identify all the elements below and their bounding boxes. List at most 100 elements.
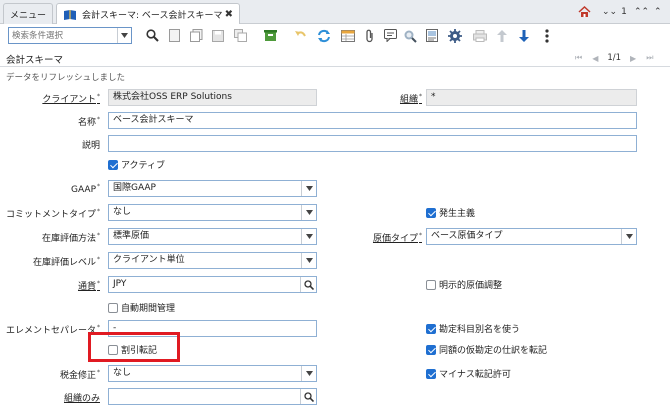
currency-label[interactable]: 通貨* xyxy=(78,279,100,292)
chevron-down-icon[interactable] xyxy=(301,366,316,381)
chevron-up-icon: ⌃ xyxy=(654,7,662,17)
auto-period-control-label: 自動期間管理 xyxy=(121,304,176,314)
previous-record-icon[interactable]: ◀ xyxy=(592,54,598,63)
currency-search-field[interactable]: JPY xyxy=(108,276,317,293)
post-suspense-balancing-label: 同額の仮勘定の仕訳を転記 xyxy=(439,346,548,356)
chevron-down-icon[interactable] xyxy=(301,205,316,220)
arrow-down-icon[interactable] xyxy=(516,27,532,44)
book-icon xyxy=(64,9,76,20)
org-only-value xyxy=(109,389,300,404)
explicit-cost-adjustment-checkbox[interactable]: 明示的原価調整 xyxy=(426,278,502,291)
attachment-icon[interactable] xyxy=(362,27,378,44)
section-divider xyxy=(0,66,670,67)
description-label: 説明 xyxy=(81,141,100,151)
costing-method-select[interactable]: 標準原価 xyxy=(108,228,317,245)
org-only-search-field[interactable] xyxy=(108,388,317,405)
description-field[interactable] xyxy=(108,135,637,152)
grid-toggle-icon[interactable] xyxy=(340,27,356,44)
accrual-checkbox[interactable]: 発生主義 xyxy=(426,206,475,219)
tab-menu-label: メニュー xyxy=(10,10,47,21)
report-icon[interactable] xyxy=(424,27,440,44)
post-negative-checkbox[interactable]: マイナス転記許可 xyxy=(426,367,511,380)
chevron-down-icon[interactable] xyxy=(621,229,636,244)
auto-period-control-checkbox[interactable]: 自動期間管理 xyxy=(108,301,175,314)
user-menu-button[interactable]: ⌃ xyxy=(654,5,662,19)
print-icon[interactable] xyxy=(472,27,488,44)
costing-level-label: 在庫評価レベル* xyxy=(32,256,100,268)
post-suspense-balancing-box[interactable] xyxy=(426,344,436,355)
arrow-up-icon[interactable] xyxy=(494,27,510,44)
element-separator-label: エレメントセパレータ* xyxy=(5,324,100,336)
zoom-across-icon[interactable] xyxy=(402,27,418,44)
explicit-cost-adjustment-box[interactable] xyxy=(426,279,436,290)
tab-accounting-schema[interactable]: 会計スキーマ: ベース会計スキーマ ✖ xyxy=(56,3,240,25)
first-record-icon[interactable]: ⏮ xyxy=(575,53,582,63)
tax-correction-select[interactable]: なし xyxy=(108,365,317,382)
tab-accounting-schema-label: 会計スキーマ: ベース会計スキーマ xyxy=(82,11,223,21)
gaap-value: 国際GAAP xyxy=(113,183,156,193)
chevron-down-icon[interactable] xyxy=(301,181,316,196)
section-title: 会計スキーマ xyxy=(6,55,64,66)
new-record-icon[interactable] xyxy=(166,27,182,44)
duplicate-icon[interactable] xyxy=(232,27,248,44)
copy-icon[interactable] xyxy=(188,27,204,44)
pager-text: 1/1 xyxy=(607,53,622,63)
notifications[interactable]: ⌄⌄ 1 xyxy=(602,5,627,19)
use-account-alias-box[interactable] xyxy=(426,323,436,334)
delete-icon[interactable] xyxy=(262,27,278,44)
search-icon[interactable] xyxy=(300,277,316,292)
accrual-checkbox-box[interactable] xyxy=(426,207,436,218)
accrual-checkbox-label: 発生主義 xyxy=(439,209,476,219)
costing-level-value: クライアント単位 xyxy=(113,255,185,265)
name-field[interactable]: ベース会計スキーマ xyxy=(108,112,637,129)
process-gear-icon[interactable] xyxy=(447,27,463,44)
post-suspense-balancing-checkbox[interactable]: 同額の仮勘定の仕訳を転記 xyxy=(426,343,547,356)
auto-period-control-box[interactable] xyxy=(108,302,118,313)
org-label[interactable]: 組織* xyxy=(400,92,422,105)
notification-count: 1 xyxy=(621,7,627,17)
search-icon[interactable] xyxy=(144,27,160,44)
client-label[interactable]: クライアント* xyxy=(42,92,100,105)
gaap-select[interactable]: 国際GAAP xyxy=(108,180,317,197)
close-tab-icon[interactable]: ✖ xyxy=(225,9,233,20)
active-checkbox-box[interactable] xyxy=(108,159,118,170)
cost-type-label[interactable]: 原価タイプ* xyxy=(373,231,422,244)
more-vertical-icon[interactable] xyxy=(539,27,555,44)
status-message: データをリフレッシュしました xyxy=(6,73,126,83)
tax-correction-label: 税金修正* xyxy=(59,369,100,381)
commitment-type-select[interactable]: なし xyxy=(108,204,317,221)
undo-icon[interactable] xyxy=(292,27,308,44)
gaap-label: GAAP* xyxy=(71,183,100,195)
explicit-cost-adjustment-label: 明示的原価調整 xyxy=(439,281,503,291)
search-condition-input[interactable] xyxy=(9,28,117,43)
costing-level-select[interactable]: クライアント単位 xyxy=(108,252,317,269)
highlight-box xyxy=(88,332,180,362)
costing-method-label: 在庫評価方法* xyxy=(41,232,100,244)
cost-type-select[interactable]: ベース原価タイプ xyxy=(426,228,637,245)
search-icon[interactable] xyxy=(300,389,316,404)
chevron-down-icon[interactable] xyxy=(301,253,316,268)
save-icon[interactable] xyxy=(210,27,226,44)
double-chevron-down-icon: ⌄⌄ xyxy=(602,7,618,17)
post-negative-box[interactable] xyxy=(426,368,436,379)
currency-value: JPY xyxy=(113,279,127,289)
post-negative-label: マイナス転記許可 xyxy=(439,370,511,380)
org-field[interactable]: * xyxy=(426,89,637,106)
use-account-alias-checkbox[interactable]: 勘定科目別名を使う xyxy=(426,322,520,335)
tax-correction-value: なし xyxy=(113,368,132,378)
chevron-down-icon[interactable] xyxy=(117,28,131,43)
last-record-icon[interactable]: ⏭ xyxy=(646,53,653,63)
active-checkbox[interactable]: アクティブ xyxy=(108,158,165,171)
next-record-icon[interactable]: ▶ xyxy=(630,54,636,63)
client-field[interactable]: 株式会社OSS ERP Solutions xyxy=(108,89,317,106)
commitment-type-value: なし xyxy=(113,207,132,217)
tab-menu[interactable]: メニュー xyxy=(3,3,53,24)
refresh-icon[interactable] xyxy=(316,27,332,44)
cost-type-value: ベース原価タイプ xyxy=(431,231,503,241)
search-condition-select[interactable] xyxy=(8,27,132,44)
chat-icon[interactable] xyxy=(382,27,398,44)
chevron-down-icon[interactable] xyxy=(301,229,316,244)
home-icon[interactable] xyxy=(578,5,591,19)
org-only-label[interactable]: 組織のみ xyxy=(64,391,100,404)
collapse-button[interactable]: ⌃⌃ xyxy=(634,5,649,19)
